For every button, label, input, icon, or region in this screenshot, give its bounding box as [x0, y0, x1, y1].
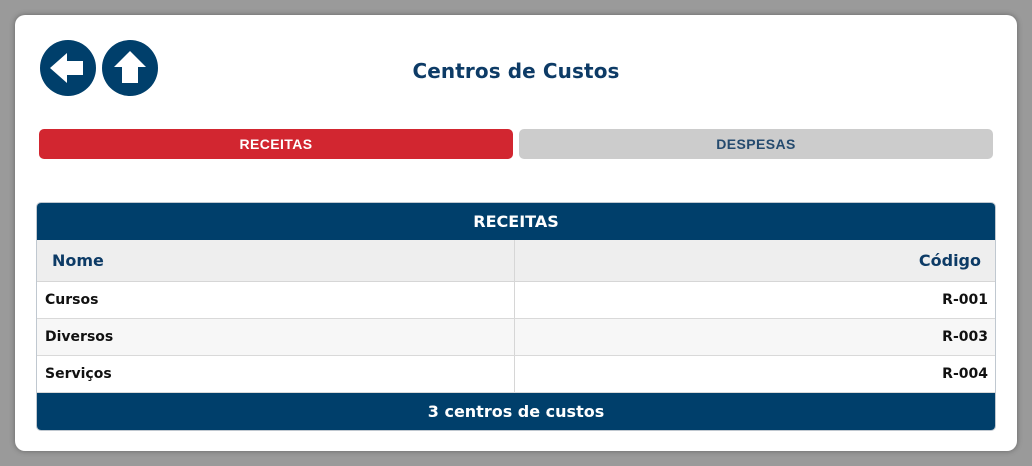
cost-centers-table: RECEITAS Nome Código Cursos R-001 Divers…	[36, 202, 996, 431]
cell-nome: Serviços	[37, 356, 515, 392]
cell-nome: Cursos	[37, 282, 515, 318]
cell-nome: Diversos	[37, 319, 515, 355]
page-title: Centros de Custos	[412, 59, 620, 83]
column-header-codigo[interactable]: Código	[515, 240, 995, 281]
cell-codigo: R-003	[942, 329, 988, 345]
table-row[interactable]: Serviços R-004	[37, 356, 995, 393]
cell-codigo: R-004	[942, 366, 988, 382]
table-body: Cursos R-001 Diversos R-003 Serviços R-0…	[37, 282, 995, 393]
table-footer-count: 3 centros de custos	[37, 393, 995, 430]
table-row[interactable]: Cursos R-001	[37, 282, 995, 319]
table-row[interactable]: Diversos R-003	[37, 319, 995, 356]
table-column-headers: Nome Código	[37, 240, 995, 282]
column-header-nome[interactable]: Nome	[37, 240, 515, 281]
tab-receitas[interactable]: RECEITAS	[39, 129, 513, 159]
table-title: RECEITAS	[37, 203, 995, 240]
tab-despesas[interactable]: DESPESAS	[519, 129, 993, 159]
cell-codigo: R-001	[942, 292, 988, 308]
main-panel: Centros de Custos RECEITAS DESPESAS RECE…	[15, 15, 1017, 451]
